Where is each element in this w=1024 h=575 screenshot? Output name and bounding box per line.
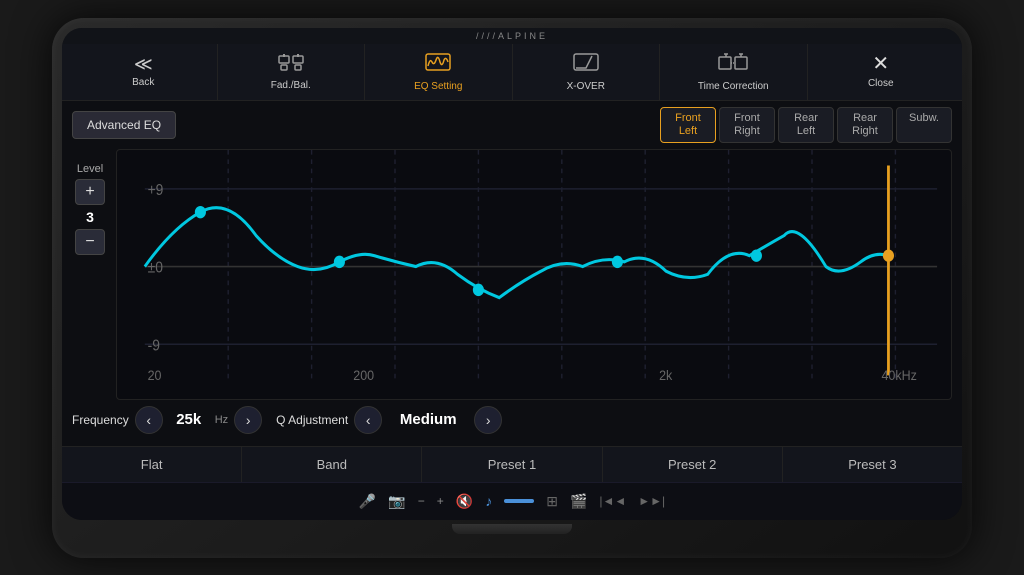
music-icon[interactable]: ♪ xyxy=(485,493,492,509)
tab-front-left[interactable]: Front Left xyxy=(660,107,716,143)
svg-text:+9: +9 xyxy=(148,182,164,199)
bottom-bar: 🎤 📷 − + 🔇 ♪ ⊞ 🎬 |◄◄ ►►| xyxy=(62,482,962,520)
frequency-unit: Hz xyxy=(215,414,228,426)
eq-graph[interactable]: +9 ±0 -9 20 200 2k 40kHz xyxy=(116,149,952,400)
svg-text:2k: 2k xyxy=(659,367,673,383)
frequency-next-button[interactable]: › xyxy=(234,406,262,434)
tab-rear-left[interactable]: Rear Left xyxy=(778,107,834,143)
content-area: Advanced EQ Front Left Front Right Rear … xyxy=(62,101,962,446)
time-correction-icon xyxy=(718,52,748,77)
svg-text:20: 20 xyxy=(148,367,162,383)
next-track-icon[interactable]: ►►| xyxy=(638,494,665,508)
controls-row: Frequency ‹ 25k Hz › Q Adjustment ‹ Medi… xyxy=(72,400,952,440)
eq-setting-icon xyxy=(424,52,452,77)
preset-row: Flat Band Preset 1 Preset 2 Preset 3 xyxy=(62,446,962,482)
device-connector xyxy=(452,524,572,534)
vol-up-icon[interactable]: + xyxy=(437,494,444,508)
channel-row: Advanced EQ Front Left Front Right Rear … xyxy=(72,107,952,143)
device-bottom xyxy=(62,520,962,548)
preset-1[interactable]: Preset 1 xyxy=(422,447,602,482)
frequency-prev-button[interactable]: ‹ xyxy=(135,406,163,434)
advanced-eq-button[interactable]: Advanced EQ xyxy=(72,111,176,139)
preset-2[interactable]: Preset 2 xyxy=(603,447,783,482)
frequency-label: Frequency xyxy=(72,413,129,427)
channel-tabs: Front Left Front Right Rear Left Rear Ri… xyxy=(180,107,952,143)
media-icon[interactable]: 🎬 xyxy=(570,493,587,510)
eq-area: Level + 3 − xyxy=(72,149,952,400)
grid-icon[interactable]: ⊞ xyxy=(546,493,558,510)
level-control: Level + 3 − xyxy=(72,149,108,400)
level-minus-button[interactable]: − xyxy=(75,229,105,255)
screen: ////ALPINE ≪ Back xyxy=(62,28,962,520)
level-plus-button[interactable]: + xyxy=(75,179,105,205)
level-label: Level xyxy=(77,163,103,175)
nav-eq-setting-label: EQ Setting xyxy=(414,81,462,92)
vol-down-icon[interactable]: − xyxy=(418,494,425,508)
nav-fad-bal-label: Fad./Bal. xyxy=(271,80,311,91)
top-nav: ≪ Back Fad./Bal. xyxy=(62,44,962,101)
tab-front-right[interactable]: Front Right xyxy=(719,107,775,143)
progress-bar xyxy=(504,499,534,503)
nav-close[interactable]: ✕ Close xyxy=(808,44,955,100)
preset-3[interactable]: Preset 3 xyxy=(783,447,962,482)
nav-xover[interactable]: X-OVER xyxy=(513,44,661,100)
svg-text:200: 200 xyxy=(353,367,374,383)
nav-fad-bal[interactable]: Fad./Bal. xyxy=(218,44,366,100)
preset-band[interactable]: Band xyxy=(242,447,422,482)
nav-xover-label: X-OVER xyxy=(567,81,605,92)
svg-text:40kHz: 40kHz xyxy=(882,367,917,383)
device-frame: ////ALPINE ≪ Back xyxy=(52,18,972,558)
nav-back-label: Back xyxy=(132,77,154,88)
q-prev-button[interactable]: ‹ xyxy=(354,406,382,434)
brand-logo: ////ALPINE xyxy=(476,31,548,41)
svg-text:±0: ±0 xyxy=(148,260,163,277)
xover-icon xyxy=(572,52,600,77)
nav-close-label: Close xyxy=(868,78,894,89)
q-value: Medium xyxy=(388,411,468,428)
back-icon: ≪ xyxy=(134,55,153,73)
tab-subw[interactable]: Subw. xyxy=(896,107,952,143)
nav-eq-setting[interactable]: EQ Setting xyxy=(365,44,513,100)
svg-text:-9: -9 xyxy=(148,338,160,355)
camera-icon[interactable]: 📷 xyxy=(388,493,405,510)
frequency-value: 25k xyxy=(169,411,209,428)
prev-track-icon[interactable]: |◄◄ xyxy=(599,494,626,508)
mute-icon[interactable]: 🔇 xyxy=(456,493,473,510)
preset-flat[interactable]: Flat xyxy=(62,447,242,482)
tab-rear-right[interactable]: Rear Right xyxy=(837,107,893,143)
mic-icon[interactable]: 🎤 xyxy=(359,493,376,510)
q-adjustment-label: Q Adjustment xyxy=(276,413,348,427)
q-next-button[interactable]: › xyxy=(474,406,502,434)
close-icon: ✕ xyxy=(872,54,889,74)
nav-back[interactable]: ≪ Back xyxy=(70,44,218,100)
nav-time-correction-label: Time Correction xyxy=(698,81,769,92)
fad-bal-icon xyxy=(277,52,305,76)
nav-time-correction[interactable]: Time Correction xyxy=(660,44,808,100)
level-value: 3 xyxy=(86,209,94,225)
brand-bar: ////ALPINE xyxy=(62,28,962,44)
